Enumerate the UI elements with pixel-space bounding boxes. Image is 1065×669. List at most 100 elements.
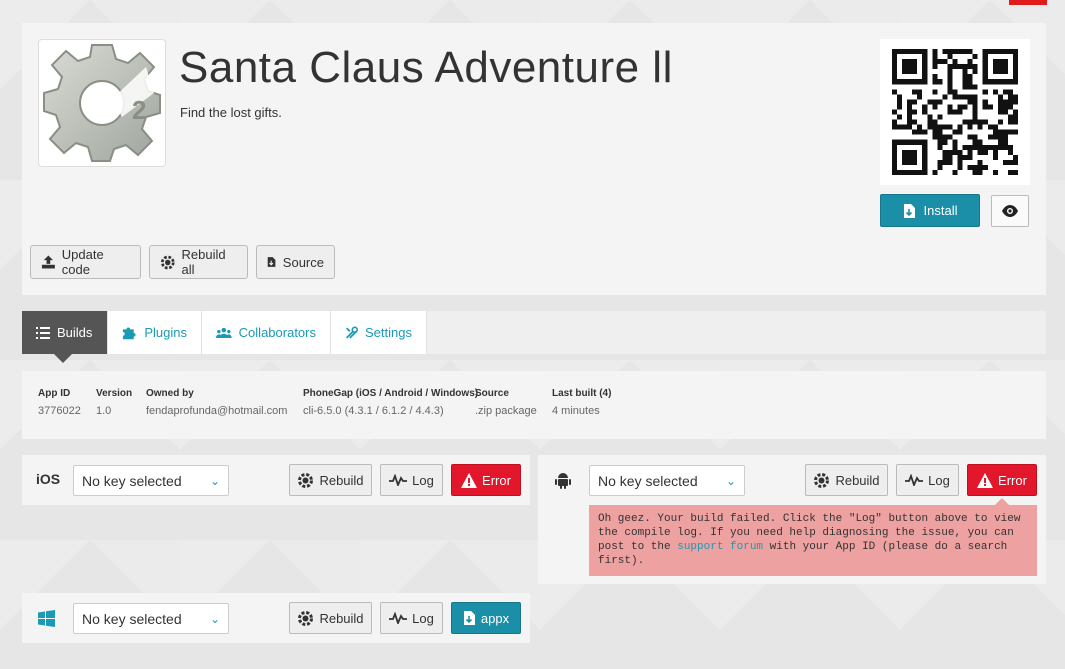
qr-module — [922, 109, 928, 115]
qr-module — [972, 144, 978, 150]
qr-module — [967, 99, 973, 105]
qr-module — [1012, 159, 1018, 165]
qr-module — [962, 154, 968, 160]
qr-module — [937, 59, 943, 65]
qr-module — [892, 109, 898, 115]
qr-module — [977, 169, 983, 175]
qr-module — [957, 149, 963, 155]
tab-settings[interactable]: Settings — [331, 311, 427, 354]
qr-module — [947, 49, 953, 55]
qr-module — [947, 109, 953, 115]
qr-module — [1012, 99, 1018, 105]
qr-module — [987, 144, 993, 150]
rebuild-all-button[interactable]: Rebuild all — [149, 245, 248, 279]
windows-log-label: Log — [412, 610, 434, 626]
support-forum-link[interactable]: support forum — [677, 541, 763, 553]
qr-module — [962, 64, 968, 70]
qr-module — [892, 89, 898, 95]
qr-module — [1012, 114, 1018, 120]
qr-module — [967, 84, 973, 90]
qr-module — [972, 104, 978, 110]
info-version: Version 1.0 — [96, 388, 132, 417]
qr-module — [1002, 139, 1008, 145]
windows-appx-button[interactable]: appx — [451, 602, 521, 634]
ios-rebuild-button[interactable]: Rebuild — [289, 464, 372, 496]
download-file-icon — [463, 611, 475, 625]
qr-module — [977, 159, 983, 165]
info-source: Source .zip package — [475, 388, 537, 417]
chevron-down-icon: ⌄ — [209, 473, 220, 488]
qr-module — [927, 119, 933, 125]
qr-module — [912, 109, 918, 115]
qr-module — [952, 109, 958, 115]
ios-log-button[interactable]: Log — [380, 464, 443, 496]
info-label: App ID — [38, 388, 71, 399]
warning-icon — [461, 472, 478, 488]
android-error-button[interactable]: Error — [967, 464, 1037, 496]
qr-module — [937, 79, 943, 85]
qr-module — [972, 119, 978, 125]
android-log-button[interactable]: Log — [896, 464, 959, 496]
qr-module — [962, 94, 968, 100]
qr-finder-pattern — [902, 59, 918, 75]
ios-key-value: No key selected — [82, 472, 182, 489]
ios-key-select[interactable]: No key selected ⌄ — [73, 465, 229, 496]
qr-module — [952, 89, 958, 95]
info-label: Last built (4) — [552, 388, 612, 399]
qr-module — [952, 49, 958, 55]
qr-module — [957, 159, 963, 165]
preview-button[interactable] — [991, 195, 1029, 227]
app-header: 2 Santa Claus Adventure ll Find the lost… — [22, 23, 1046, 239]
qr-module — [997, 99, 1003, 105]
qr-module — [1007, 104, 1013, 110]
qr-finder-pattern — [992, 59, 1008, 75]
qr-module — [977, 164, 983, 170]
android-rebuild-button[interactable]: Rebuild — [805, 464, 888, 496]
qr-module — [1007, 149, 1013, 155]
install-label: Install — [923, 203, 958, 218]
qr-module — [962, 84, 968, 90]
qr-module — [932, 54, 938, 60]
qr-module — [947, 74, 953, 80]
source-label: Source — [282, 254, 324, 270]
qr-module — [947, 69, 953, 75]
qr-module — [1002, 89, 1008, 95]
qr-module — [972, 139, 978, 145]
windows-key-select[interactable]: No key selected ⌄ — [73, 603, 229, 634]
qr-module — [1007, 169, 1013, 175]
info-value: 3776022 — [38, 405, 81, 417]
qr-module — [1002, 159, 1008, 165]
qr-module — [947, 159, 953, 165]
gear-refresh-icon — [298, 610, 314, 626]
qr-module — [937, 164, 943, 170]
puzzle-icon — [122, 327, 136, 340]
update-code-button[interactable]: Update code — [30, 245, 141, 279]
qr-module — [907, 109, 913, 115]
qr-module — [897, 94, 903, 100]
install-button[interactable]: Install — [880, 194, 980, 227]
warning-icon — [977, 472, 994, 488]
qr-module — [992, 124, 998, 130]
qr-module — [1002, 109, 1008, 115]
qr-module — [907, 114, 913, 120]
qr-module — [1012, 94, 1018, 100]
ios-error-button[interactable]: Error — [451, 464, 521, 496]
qr-module — [942, 124, 948, 130]
qr-module — [997, 119, 1003, 125]
windows-rebuild-button[interactable]: Rebuild — [289, 602, 372, 634]
qr-module — [932, 59, 938, 65]
tab-settings-label: Settings — [365, 325, 412, 340]
source-button[interactable]: Source — [256, 245, 335, 279]
tab-builds[interactable]: Builds — [22, 311, 108, 354]
qr-module — [967, 49, 973, 55]
windows-log-button[interactable]: Log — [380, 602, 443, 634]
qr-module — [967, 124, 973, 130]
android-rebuild-label: Rebuild — [835, 472, 880, 488]
tab-collaborators[interactable]: Collaborators — [202, 311, 331, 354]
error-box-pointer — [995, 498, 1009, 505]
qr-module — [932, 124, 938, 130]
tab-collaborators-label: Collaborators — [238, 325, 316, 340]
android-key-select[interactable]: No key selected ⌄ — [589, 465, 745, 496]
qr-module — [1012, 119, 1018, 125]
tab-plugins[interactable]: Plugins — [108, 311, 202, 354]
